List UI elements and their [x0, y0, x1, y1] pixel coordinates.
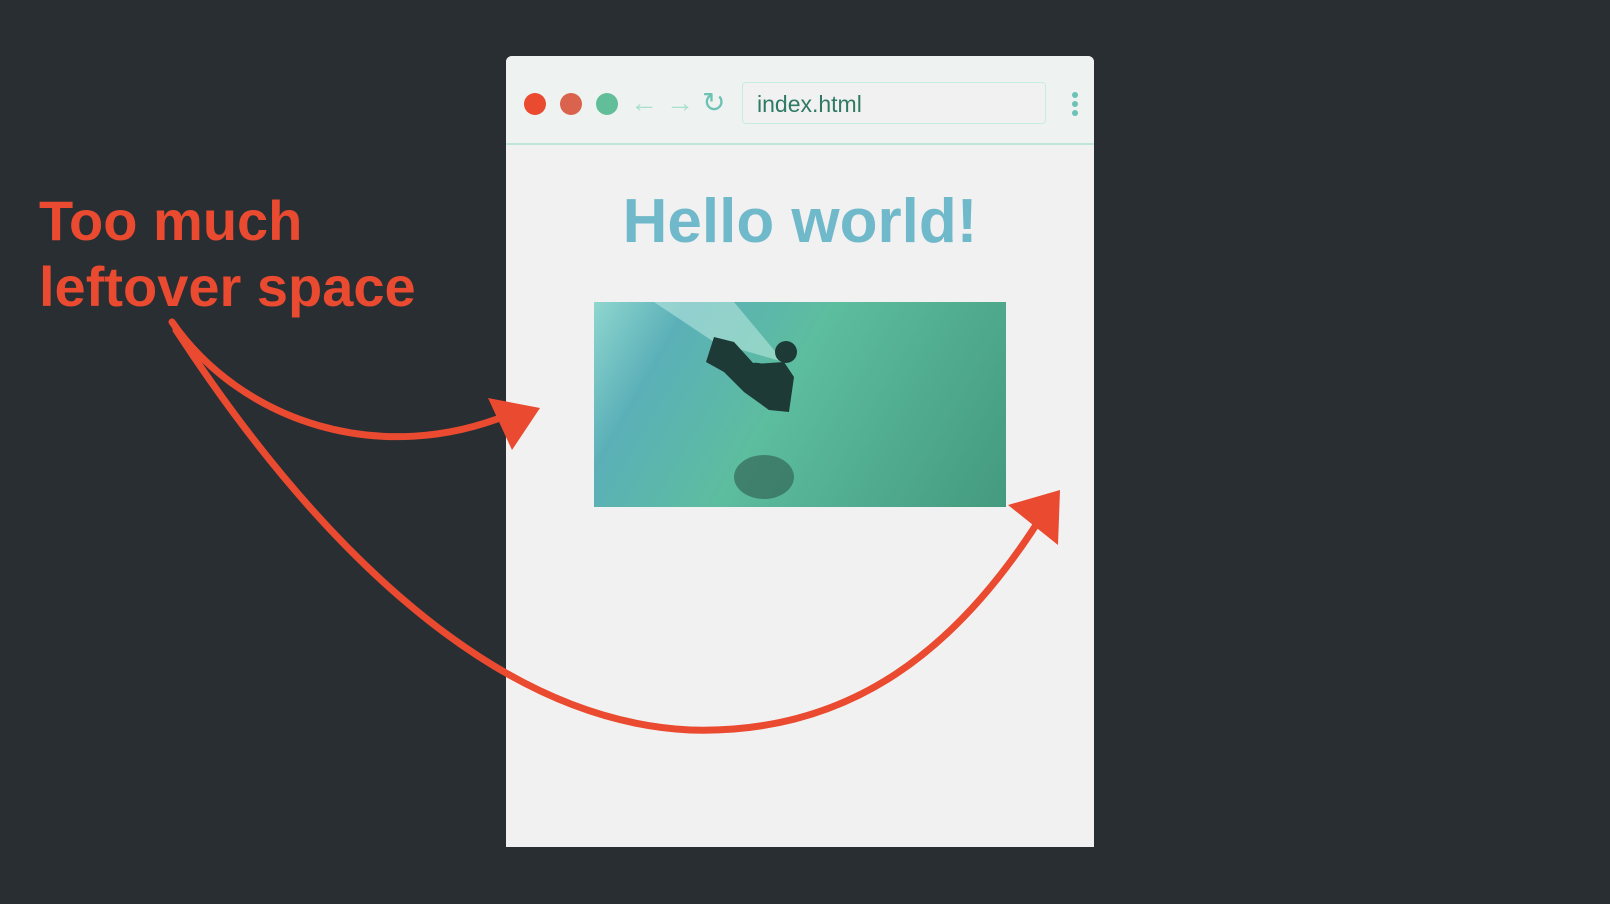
arrow-to-left-space	[168, 318, 519, 441]
arrow-to-right-space	[172, 326, 1052, 734]
arrowhead-left	[488, 398, 540, 450]
annotation-arrows	[168, 318, 1060, 734]
arrowhead-right	[1008, 490, 1060, 545]
